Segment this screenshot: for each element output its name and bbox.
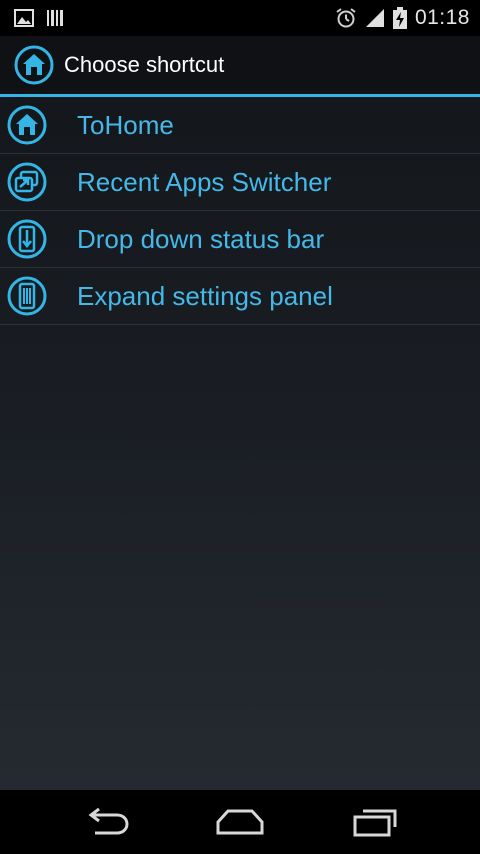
drop-down-icon bbox=[7, 219, 47, 259]
page-title: Choose shortcut bbox=[64, 52, 225, 77]
home-nav-button[interactable] bbox=[210, 800, 270, 844]
screen: 01:18 Choose shortcut ToHome Recent Apps… bbox=[0, 0, 480, 854]
list-item-expand-settings-panel[interactable]: Expand settings panel bbox=[0, 268, 480, 325]
recent-apps-icon bbox=[7, 162, 47, 202]
picture-icon bbox=[14, 9, 34, 27]
barcode-icon bbox=[47, 10, 63, 26]
recents-icon bbox=[353, 809, 397, 837]
list-item-drop-down-status-bar[interactable]: Drop down status bar bbox=[0, 211, 480, 268]
list-item-tohome[interactable]: ToHome bbox=[0, 97, 480, 154]
home-icon[interactable] bbox=[14, 45, 54, 85]
list-item-recent-apps-switcher[interactable]: Recent Apps Switcher bbox=[0, 154, 480, 211]
notification-icons bbox=[14, 9, 64, 27]
list-item-label: Recent Apps Switcher bbox=[77, 166, 332, 197]
back-icon bbox=[88, 807, 129, 835]
action-bar: Choose shortcut bbox=[0, 36, 480, 94]
back-button[interactable] bbox=[77, 800, 137, 844]
shortcut-list: ToHome Recent Apps Switcher Drop down st… bbox=[0, 97, 480, 325]
list-item-label: Expand settings panel bbox=[77, 280, 333, 311]
alarm-icon bbox=[336, 8, 356, 28]
recents-button[interactable] bbox=[345, 800, 405, 844]
list-item-label: Drop down status bar bbox=[77, 223, 325, 254]
battery-icon bbox=[392, 7, 407, 29]
system-icons: 01:18 bbox=[335, 6, 470, 30]
navigation-bar bbox=[0, 790, 480, 854]
status-time: 01:18 bbox=[414, 6, 470, 29]
home-icon bbox=[7, 105, 47, 145]
list-item-label: ToHome bbox=[77, 109, 174, 140]
status-bar: 01:18 bbox=[0, 0, 480, 36]
expand-panel-icon bbox=[7, 276, 47, 316]
signal-icon bbox=[365, 9, 384, 27]
home-nav-icon bbox=[216, 809, 264, 835]
